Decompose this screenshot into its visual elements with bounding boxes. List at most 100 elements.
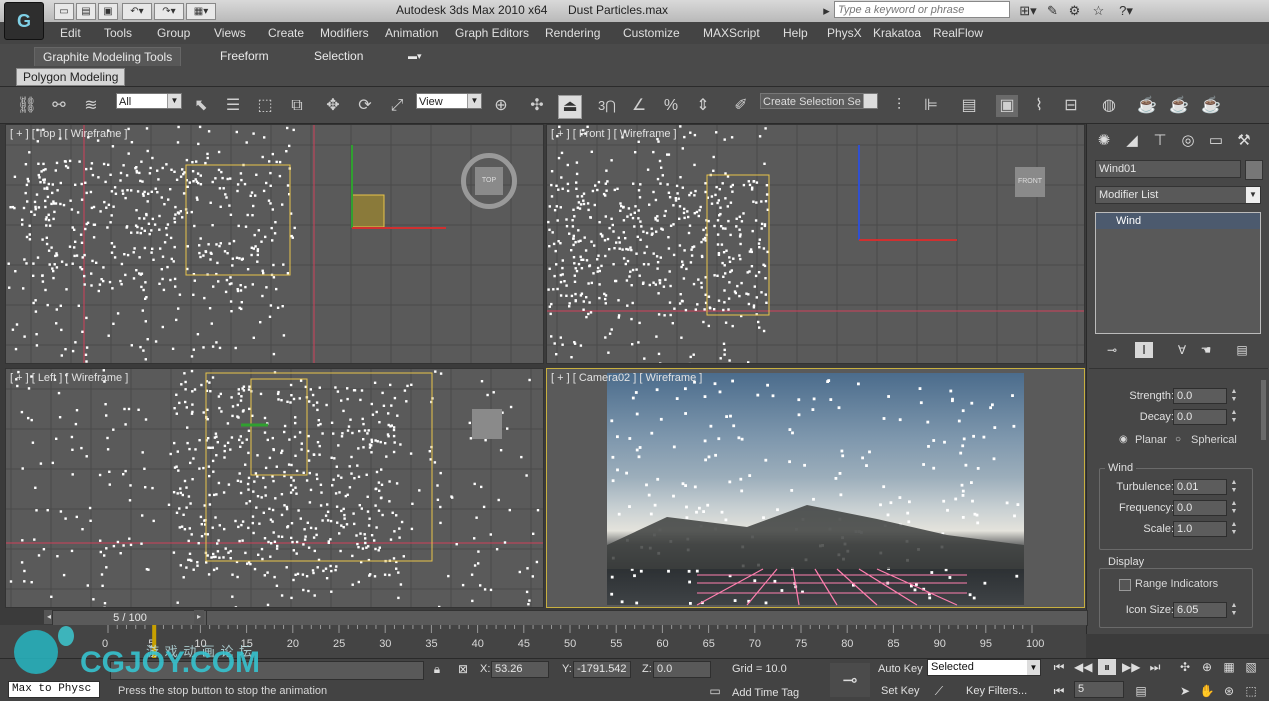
search-input[interactable]: Type a keyword or phrase [834,1,1010,18]
subscription-icon[interactable]: ⚙ [1066,2,1083,19]
menu-create[interactable]: Create [268,26,304,40]
modify-panel-icon[interactable]: ◢ [1121,130,1143,152]
configure-sets-icon[interactable]: ▤ [1233,342,1251,358]
strength-spinner-arrows[interactable]: ▲▼ [1229,388,1239,404]
schematic-view-icon[interactable]: ⊟ [1060,95,1082,117]
selection-filter-dropdown[interactable]: All▼ [116,93,182,109]
field-of-view-icon[interactable]: ➤ [1176,683,1194,699]
object-name-field[interactable]: Wind01 [1095,160,1241,178]
turbulence-spinner-arrows[interactable]: ▲▼ [1229,479,1239,495]
tab-graphite-modeling-tools[interactable]: Graphite Modeling Tools [34,47,181,67]
create-panel-icon[interactable]: ✺ [1093,130,1115,152]
render-production-icon[interactable]: ☕ [1200,95,1222,117]
maximize-viewport-icon[interactable]: ⬚ [1242,683,1260,699]
save-file-icon[interactable]: ▣ [98,3,118,20]
spherical-radio-icon[interactable]: ○ [1175,434,1181,445]
object-color-swatch[interactable] [1245,160,1263,180]
zoom-extents-icon[interactable]: ▦ [1220,659,1238,675]
reference-coordinate-dropdown[interactable]: View▼ [416,93,482,109]
menu-modifiers[interactable]: Modifiers [320,26,369,40]
viewport-front-label[interactable]: [ + ] [ Front ] [ Wireframe ] [551,128,677,140]
align-icon[interactable]: ⊫ [920,95,942,117]
go-to-end-icon[interactable]: ⏭ [1146,659,1164,675]
key-filters-button[interactable]: Key Filters... [966,685,1027,697]
rectangular-selection-icon[interactable]: ⬚ [254,95,276,117]
panel-scrollbar[interactable] [1261,380,1266,440]
current-frame-field[interactable]: 5 [1074,681,1124,698]
menu-graph-editors[interactable]: Graph Editors [455,26,529,40]
menu-rendering[interactable]: Rendering [545,26,600,40]
tab-selection[interactable]: Selection [306,47,371,66]
curve-editor-icon[interactable]: ⌇ [1028,95,1050,117]
absolute-mode-icon[interactable]: ⊠ [454,661,472,677]
select-and-link-icon[interactable]: ⛓ [16,95,38,117]
viewport-camera[interactable]: [ + ] [ Camera02 ] [ Wireframe ] [546,368,1085,608]
icon-size-spinner[interactable]: 6.05 [1173,602,1227,618]
remove-modifier-icon[interactable]: ☚ [1197,342,1215,358]
binoculars-icon[interactable]: ⊞▾ [1016,2,1040,19]
menu-help[interactable]: Help [783,26,808,40]
undo-icon[interactable]: ↶▾ [122,3,152,20]
named-selection-dropdown[interactable]: Create Selection Se▼ [760,93,878,109]
select-manipulate-icon[interactable]: ✣ [526,95,548,117]
help-icon[interactable]: ?▾ [1114,2,1138,19]
menu-maxscript[interactable]: MAXScript [703,26,760,40]
keyboard-shortcut-override-icon[interactable]: ⏏ [558,95,582,119]
select-by-name-icon[interactable]: ☰ [222,95,244,117]
viewcube-left[interactable] [472,409,502,439]
hierarchy-panel-icon[interactable]: ⊤ [1149,130,1171,152]
planar-radio-icon[interactable]: ◉ [1119,434,1128,445]
menu-views[interactable]: Views [214,26,246,40]
app-logo-icon[interactable]: G [4,2,44,40]
next-frame-icon[interactable]: ▶▶ [1122,659,1140,675]
scale-icon[interactable]: ⤢ [386,95,408,117]
strength-spinner[interactable]: 0.0 [1173,388,1227,404]
bind-to-space-warp-icon[interactable]: ≋ [80,95,102,117]
menu-tools[interactable]: Tools [104,26,132,40]
menu-physx[interactable]: PhysX [827,26,862,40]
key-mode-dropdown[interactable]: Selected▼ [927,659,1041,676]
previous-frame-icon[interactable]: ◀◀ [1074,659,1092,675]
zoom-extents-all-icon[interactable]: ▧ [1242,659,1260,675]
icon-size-spinner-arrows[interactable]: ▲▼ [1229,602,1239,618]
utilities-panel-icon[interactable]: ⚒ [1233,130,1255,152]
menu-krakatoa[interactable]: Krakatoa [873,26,921,40]
viewport-front[interactable]: [ + ] [ Front ] [ Wireframe ] FRONT [546,124,1085,364]
scale-spinner-arrows[interactable]: ▲▼ [1229,521,1239,537]
go-to-start-icon[interactable]: ⏮ [1050,659,1068,675]
communication-icon[interactable]: ✎ [1044,2,1061,19]
frequency-spinner-arrows[interactable]: ▲▼ [1229,500,1239,516]
layer-manager-icon[interactable]: ▤ [958,95,980,117]
menu-edit[interactable]: Edit [60,26,81,40]
pan-view-icon[interactable]: ✋ [1198,683,1216,699]
search-arrow-icon[interactable]: ▸ [818,2,835,19]
menu-customize[interactable]: Customize [623,26,680,40]
menu-realflow[interactable]: RealFlow [933,26,983,40]
angle-snap-icon[interactable]: ∠ [628,95,650,117]
unlink-selection-icon[interactable]: ⚯ [48,95,70,117]
set-key-button[interactable]: Set Key [881,685,920,697]
modifier-list-dropdown[interactable]: Modifier List▼ [1095,186,1261,204]
time-tag-icon[interactable]: ▭ [706,683,724,699]
favorites-star-icon[interactable]: ☆ [1090,2,1107,19]
pivot-center-icon[interactable]: ⊕ [490,95,512,117]
viewcube-front[interactable]: FRONT [1015,167,1045,197]
window-crossing-icon[interactable]: ⧉ [286,95,308,117]
render-setup-icon[interactable]: ☕ [1136,95,1158,117]
time-configuration-icon[interactable]: ▤ [1132,683,1150,699]
rotate-icon[interactable]: ⟳ [354,95,376,117]
turbulence-spinner[interactable]: 0.01 [1173,479,1227,495]
viewport-top[interactable]: [ + ] [ Top ] [ Wireframe ] TOP [5,124,544,364]
decay-spinner[interactable]: 0.0 [1173,409,1227,425]
viewport-top-label[interactable]: [ + ] [ Top ] [ Wireframe ] [10,128,127,140]
scale-spinner[interactable]: 1.0 [1173,521,1227,537]
open-file-icon[interactable]: ▤ [76,3,96,20]
move-icon[interactable]: ✥ [322,95,344,117]
make-unique-icon[interactable]: ∀ [1173,342,1191,358]
mirror-icon[interactable]: ⫶ [888,95,910,117]
viewport-left[interactable]: [ + ] [ Left ] [ Wireframe ] [5,368,544,608]
spinner-snap-icon[interactable]: ⇕ [692,95,714,117]
selection-lock-icon[interactable]: 🔒︎ [428,661,446,677]
display-panel-icon[interactable]: ▭ [1205,130,1227,152]
viewport-camera-label[interactable]: [ + ] [ Camera02 ] [ Wireframe ] [551,372,702,384]
